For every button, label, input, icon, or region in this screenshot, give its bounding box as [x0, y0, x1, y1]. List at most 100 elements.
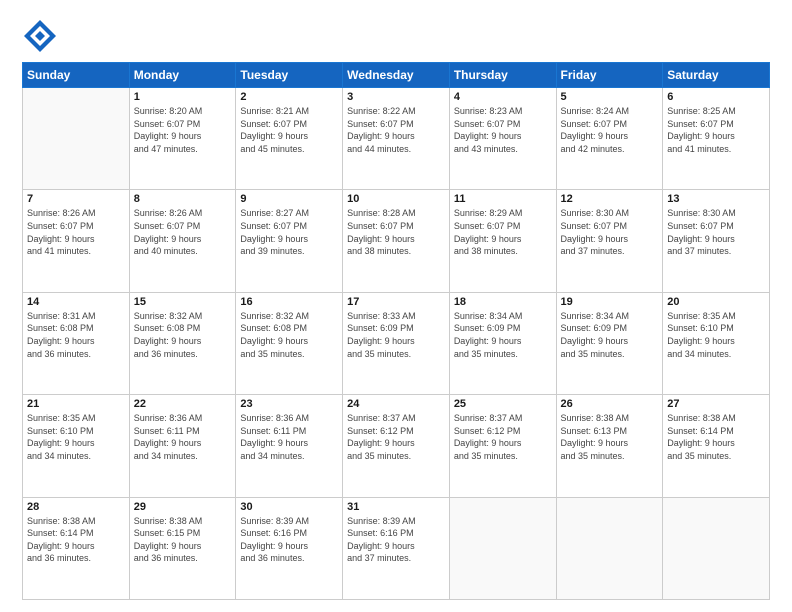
calendar-cell: 2Sunrise: 8:21 AMSunset: 6:07 PMDaylight…: [236, 88, 343, 190]
day-number: 12: [561, 193, 659, 205]
calendar-cell: 27 Sunrise: 8:38 AMSunset: 6:14 PMDayligh…: [663, 395, 770, 497]
day-info: Sunrise: 8:21 AMSunset: 6:07 PMDaylight:…: [240, 105, 338, 155]
calendar-cell: 21 Sunrise: 8:35 AMSunset: 6:10 PMDayligh…: [23, 395, 130, 497]
calendar-cell: [449, 497, 556, 599]
calendar-cell: 19 Sunrise: 8:34 AMSunset: 6:09 PMDayligh…: [556, 292, 663, 394]
day-info: Sunrise: 8:31 AMSunset: 6:08 PMDaylight:…: [27, 310, 125, 360]
calendar-cell: 1 Sunrise: 8:20 AMSunset: 6:07 PMDaylight…: [129, 88, 236, 190]
calendar-cell: 31 Sunrise: 8:39 AMSunset: 6:16 PMDayligh…: [343, 497, 450, 599]
week-row-2: 7 Sunrise: 8:26 AMSunset: 6:07 PMDaylight…: [23, 190, 770, 292]
day-info: Sunrise: 8:35 AMSunset: 6:10 PMDaylight:…: [667, 310, 765, 360]
day-info: Sunrise: 8:36 AMSunset: 6:11 PMDaylight:…: [240, 412, 338, 462]
day-number: 24: [347, 398, 445, 410]
calendar-cell: 14 Sunrise: 8:31 AMSunset: 6:08 PMDayligh…: [23, 292, 130, 394]
page: SundayMondayTuesdayWednesdayThursdayFrid…: [0, 0, 792, 612]
day-info: Sunrise: 8:38 AMSunset: 6:14 PMDaylight:…: [667, 412, 765, 462]
day-info: Sunrise: 8:27 AMSunset: 6:07 PMDaylight:…: [240, 207, 338, 257]
calendar-cell: 30Sunrise: 8:39 AMSunset: 6:16 PMDayligh…: [236, 497, 343, 599]
day-number: 28: [27, 501, 125, 513]
day-number: 16: [240, 296, 338, 308]
calendar-cell: 25 Sunrise: 8:37 AMSunset: 6:12 PMDayligh…: [449, 395, 556, 497]
calendar-cell: 20 Sunrise: 8:35 AMSunset: 6:10 PMDayligh…: [663, 292, 770, 394]
calendar-cell: 12Sunrise: 8:30 AMSunset: 6:07 PMDayligh…: [556, 190, 663, 292]
day-info: Sunrise: 8:29 AMSunset: 6:07 PMDaylight:…: [454, 207, 552, 257]
logo-icon: [22, 18, 58, 54]
weekday-header-monday: Monday: [129, 63, 236, 88]
week-row-1: 1 Sunrise: 8:20 AMSunset: 6:07 PMDaylight…: [23, 88, 770, 190]
day-number: 27: [667, 398, 765, 410]
calendar-cell: [556, 497, 663, 599]
weekday-header-row: SundayMondayTuesdayWednesdayThursdayFrid…: [23, 63, 770, 88]
day-info: Sunrise: 8:20 AMSunset: 6:07 PMDaylight:…: [134, 105, 232, 155]
day-info: Sunrise: 8:32 AMSunset: 6:08 PMDaylight:…: [134, 310, 232, 360]
day-number: 21: [27, 398, 125, 410]
calendar-cell: 28 Sunrise: 8:38 AMSunset: 6:14 PMDayligh…: [23, 497, 130, 599]
calendar-cell: 4Sunrise: 8:23 AMSunset: 6:07 PMDaylight…: [449, 88, 556, 190]
day-number: 14: [27, 296, 125, 308]
calendar-cell: 10Sunrise: 8:28 AMSunset: 6:07 PMDayligh…: [343, 190, 450, 292]
week-row-4: 21 Sunrise: 8:35 AMSunset: 6:10 PMDayligh…: [23, 395, 770, 497]
day-info: Sunrise: 8:26 AMSunset: 6:07 PMDaylight:…: [134, 207, 232, 257]
calendar-cell: 7 Sunrise: 8:26 AMSunset: 6:07 PMDaylight…: [23, 190, 130, 292]
day-number: 8: [134, 193, 232, 205]
day-info: Sunrise: 8:30 AMSunset: 6:07 PMDaylight:…: [667, 207, 765, 257]
day-info: Sunrise: 8:36 AMSunset: 6:11 PMDaylight:…: [134, 412, 232, 462]
calendar-cell: [663, 497, 770, 599]
day-info: Sunrise: 8:34 AMSunset: 6:09 PMDaylight:…: [454, 310, 552, 360]
calendar-cell: 9 Sunrise: 8:27 AMSunset: 6:07 PMDaylight…: [236, 190, 343, 292]
day-number: 9: [240, 193, 338, 205]
day-number: 31: [347, 501, 445, 513]
day-info: Sunrise: 8:37 AMSunset: 6:12 PMDaylight:…: [454, 412, 552, 462]
day-info: Sunrise: 8:26 AMSunset: 6:07 PMDaylight:…: [27, 207, 125, 257]
calendar-cell: 24 Sunrise: 8:37 AMSunset: 6:12 PMDayligh…: [343, 395, 450, 497]
day-info: Sunrise: 8:25 AMSunset: 6:07 PMDaylight:…: [667, 105, 765, 155]
day-number: 19: [561, 296, 659, 308]
calendar-cell: 26Sunrise: 8:38 AMSunset: 6:13 PMDayligh…: [556, 395, 663, 497]
day-number: 1: [134, 91, 232, 103]
day-info: Sunrise: 8:39 AMSunset: 6:16 PMDaylight:…: [347, 515, 445, 565]
day-number: 7: [27, 193, 125, 205]
weekday-header-thursday: Thursday: [449, 63, 556, 88]
calendar-cell: 3Sunrise: 8:22 AMSunset: 6:07 PMDaylight…: [343, 88, 450, 190]
weekday-header-friday: Friday: [556, 63, 663, 88]
day-number: 5: [561, 91, 659, 103]
day-info: Sunrise: 8:28 AMSunset: 6:07 PMDaylight:…: [347, 207, 445, 257]
weekday-header-tuesday: Tuesday: [236, 63, 343, 88]
day-number: 6: [667, 91, 765, 103]
day-number: 25: [454, 398, 552, 410]
calendar-cell: 29 Sunrise: 8:38 AMSunset: 6:15 PMDayligh…: [129, 497, 236, 599]
day-info: Sunrise: 8:34 AMSunset: 6:09 PMDaylight:…: [561, 310, 659, 360]
day-number: 17: [347, 296, 445, 308]
day-number: 13: [667, 193, 765, 205]
day-info: Sunrise: 8:37 AMSunset: 6:12 PMDaylight:…: [347, 412, 445, 462]
calendar-table: SundayMondayTuesdayWednesdayThursdayFrid…: [22, 62, 770, 600]
weekday-header-wednesday: Wednesday: [343, 63, 450, 88]
calendar-cell: 13 Sunrise: 8:30 AMSunset: 6:07 PMDayligh…: [663, 190, 770, 292]
calendar-cell: 11Sunrise: 8:29 AMSunset: 6:07 PMDayligh…: [449, 190, 556, 292]
calendar-cell: 18 Sunrise: 8:34 AMSunset: 6:09 PMDayligh…: [449, 292, 556, 394]
day-info: Sunrise: 8:35 AMSunset: 6:10 PMDaylight:…: [27, 412, 125, 462]
weekday-header-saturday: Saturday: [663, 63, 770, 88]
day-info: Sunrise: 8:38 AMSunset: 6:13 PMDaylight:…: [561, 412, 659, 462]
calendar-cell: [23, 88, 130, 190]
day-info: Sunrise: 8:38 AMSunset: 6:15 PMDaylight:…: [134, 515, 232, 565]
day-number: 23: [240, 398, 338, 410]
day-info: Sunrise: 8:22 AMSunset: 6:07 PMDaylight:…: [347, 105, 445, 155]
day-number: 15: [134, 296, 232, 308]
day-info: Sunrise: 8:38 AMSunset: 6:14 PMDaylight:…: [27, 515, 125, 565]
calendar-cell: 15 Sunrise: 8:32 AMSunset: 6:08 PMDayligh…: [129, 292, 236, 394]
weekday-header-sunday: Sunday: [23, 63, 130, 88]
calendar-cell: 6 Sunrise: 8:25 AMSunset: 6:07 PMDaylight…: [663, 88, 770, 190]
day-number: 20: [667, 296, 765, 308]
day-number: 18: [454, 296, 552, 308]
calendar-cell: 8 Sunrise: 8:26 AMSunset: 6:07 PMDaylight…: [129, 190, 236, 292]
day-number: 29: [134, 501, 232, 513]
day-number: 22: [134, 398, 232, 410]
day-number: 4: [454, 91, 552, 103]
calendar-cell: 16 Sunrise: 8:32 AMSunset: 6:08 PMDayligh…: [236, 292, 343, 394]
day-info: Sunrise: 8:32 AMSunset: 6:08 PMDaylight:…: [240, 310, 338, 360]
calendar-cell: 5Sunrise: 8:24 AMSunset: 6:07 PMDaylight…: [556, 88, 663, 190]
header: [22, 18, 770, 54]
calendar-cell: 23 Sunrise: 8:36 AMSunset: 6:11 PMDayligh…: [236, 395, 343, 497]
calendar-cell: 22 Sunrise: 8:36 AMSunset: 6:11 PMDayligh…: [129, 395, 236, 497]
